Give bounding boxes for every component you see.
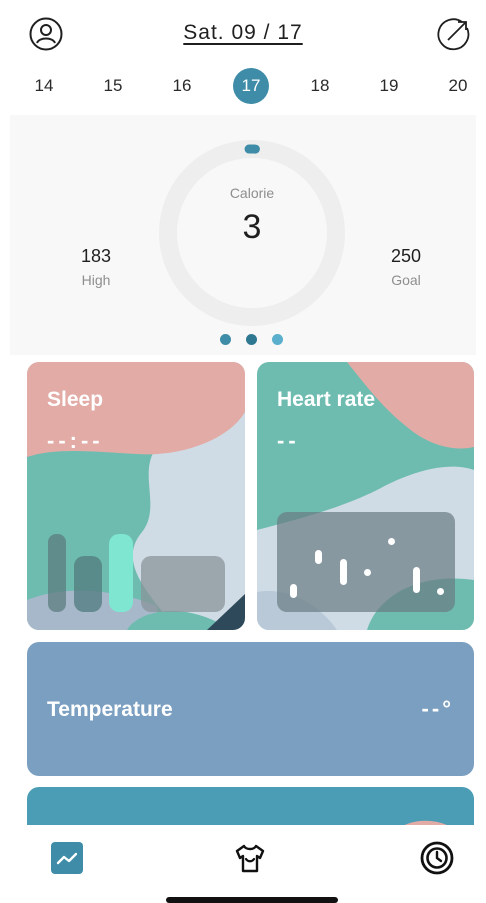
bottom-tab-bar	[0, 825, 486, 903]
day-19[interactable]: 19	[371, 68, 407, 104]
day-18[interactable]: 18	[302, 68, 338, 104]
temperature-card[interactable]: Temperature --°	[27, 642, 474, 776]
high-value: 183	[80, 246, 112, 266]
goal-value: 250	[390, 246, 422, 266]
temperature-title: Temperature	[47, 698, 173, 721]
header: Sat. 09 / 17	[0, 0, 486, 70]
sleep-title: Sleep	[47, 388, 104, 411]
day-15[interactable]: 15	[95, 68, 131, 104]
page-dot-2[interactable]	[246, 334, 257, 345]
share-out-icon[interactable]	[436, 16, 472, 52]
page-dot-3[interactable]	[272, 334, 283, 345]
day-20[interactable]: 20	[440, 68, 476, 104]
day-14[interactable]: 14	[26, 68, 62, 104]
week-selector: 14 15 16 17 18 19 20	[0, 68, 486, 104]
goal-label: Goal	[391, 272, 421, 288]
page-indicator	[220, 334, 290, 346]
calorie-value: 3	[242, 208, 262, 246]
page-dot-1[interactable]	[220, 334, 231, 345]
date-title[interactable]: Sat. 09 / 17	[0, 21, 486, 45]
clock-icon[interactable]	[420, 841, 454, 875]
high-label: High	[81, 272, 111, 288]
sleep-card[interactable]: Sleep --:--	[27, 362, 245, 630]
temperature-value: --°	[421, 696, 454, 721]
activity-chart-icon[interactable]	[50, 841, 84, 875]
shirt-device-icon[interactable]	[233, 841, 267, 875]
heart-rate-title: Heart rate	[277, 388, 376, 411]
day-17-selected[interactable]: 17	[233, 68, 269, 104]
heart-rate-value: --	[277, 428, 300, 453]
home-indicator	[166, 897, 338, 903]
day-16[interactable]: 16	[164, 68, 200, 104]
heart-rate-card[interactable]: Heart rate --	[257, 362, 474, 630]
sleep-value: --:--	[47, 428, 104, 453]
calorie-label: Calorie	[229, 185, 275, 201]
